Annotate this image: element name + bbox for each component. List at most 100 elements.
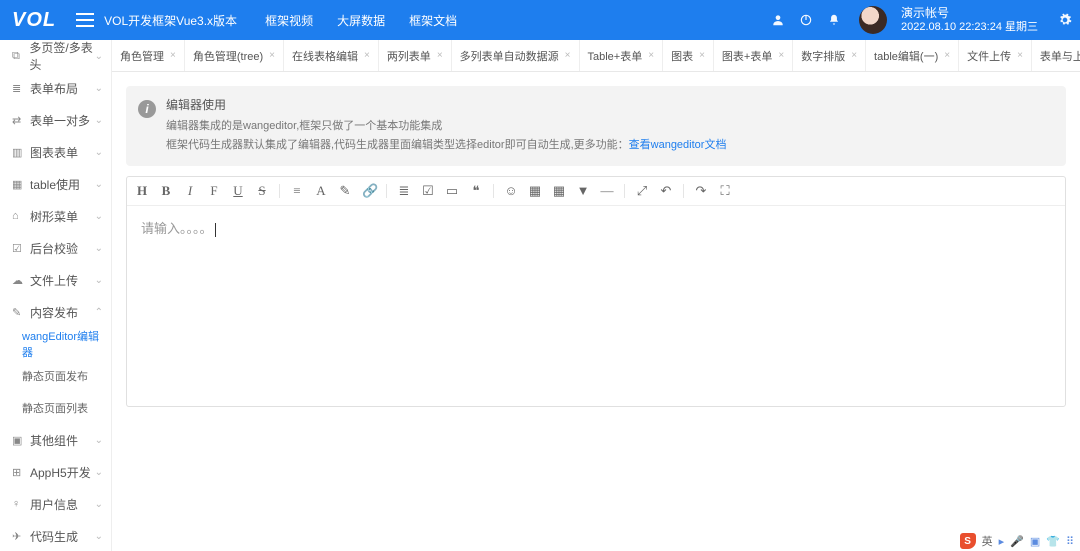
close-icon[interactable]: × (170, 50, 176, 61)
tab-label: 角色管理(tree) (193, 48, 263, 64)
sidebar-item[interactable]: ♀用户信息⌄ (0, 488, 111, 520)
ime-item3[interactable]: ▣ (1030, 535, 1040, 548)
toolbar-btn[interactable]: — (600, 183, 614, 199)
close-icon[interactable]: × (364, 50, 370, 61)
power-icon[interactable] (799, 13, 813, 27)
tab[interactable]: 在线表格编辑× (284, 40, 379, 71)
tab[interactable]: 图表× (663, 40, 714, 71)
toolbar-btn[interactable]: I (183, 183, 197, 199)
toolbar-btn[interactable]: ↶ (659, 183, 673, 199)
user-name: 演示帐号 (901, 6, 1038, 20)
sidebar-item[interactable]: ≣表单布局⌄ (0, 72, 111, 104)
sidebar-item[interactable]: ☁文件上传⌄ (0, 264, 111, 296)
tab[interactable]: 数字排版× (793, 40, 866, 71)
wang-editor: HBIFUS ≡ A ✎ 🔗 ≣ ☑ ▭ ❝ ☺ ▦ ▦ ▼ — ⤢ ↶ ↷ ⛶ 请输入。。。。 (126, 176, 1066, 407)
info-alert: i 编辑器使用 编辑器集成的是wangeditor,框架只做了一个基本功能集成 … (126, 86, 1066, 166)
toolbar-btn[interactable]: ❝ (469, 183, 483, 199)
ime-item4[interactable]: 👕 (1046, 535, 1060, 548)
sidebar-label: 表单布局 (30, 80, 78, 97)
sidebar-item[interactable]: ⇄表单一对多⌄ (0, 104, 111, 136)
tab-label: 两列表单 (387, 48, 431, 64)
tab[interactable]: 角色管理× (112, 40, 185, 71)
tab[interactable]: 角色管理(tree) × (185, 40, 284, 71)
sidebar-item[interactable]: ☑后台校验⌄ (0, 232, 111, 264)
gear-icon[interactable] (1058, 13, 1072, 27)
close-icon[interactable]: × (699, 50, 705, 61)
nav-video[interactable]: 框架视频 (265, 12, 313, 29)
close-icon[interactable]: × (648, 50, 654, 61)
sidebar-icon: ☑ (12, 242, 24, 255)
toolbar-btn[interactable]: ≣ (397, 183, 411, 199)
sidebar-icon: ⊞ (12, 466, 24, 479)
ime-item1[interactable]: ▸ (999, 535, 1005, 548)
tab[interactable]: 文件上传× (959, 40, 1032, 71)
toolbar-btn[interactable]: S (255, 183, 269, 199)
toolbar-btn[interactable]: 🔗 (362, 183, 376, 199)
toolbar-btn[interactable]: ⤢ (635, 183, 649, 199)
toolbar-btn[interactable]: B (159, 183, 173, 199)
ime-lang[interactable]: 英 (982, 533, 993, 549)
hamburger-icon[interactable] (76, 13, 94, 27)
user-time: 2022.08.10 22:23:24 星期三 (901, 21, 1038, 34)
toolbar-btn[interactable]: H (135, 183, 149, 199)
sidebar-item[interactable]: ▣其他组件⌄ (0, 424, 111, 456)
editor-toolbar: HBIFUS ≡ A ✎ 🔗 ≣ ☑ ▭ ❝ ☺ ▦ ▦ ▼ — ⤢ ↶ ↷ ⛶ (127, 177, 1065, 206)
ime-item5[interactable]: ⠿ (1066, 535, 1074, 548)
user-icon[interactable] (771, 13, 785, 27)
toolbar-btn[interactable]: ▭ (445, 183, 459, 199)
sidebar-label: table使用 (30, 176, 80, 193)
sidebar-label: 代码生成 (30, 528, 78, 545)
bell-icon[interactable] (827, 13, 841, 27)
tab[interactable]: table编辑(一)× (866, 40, 959, 71)
close-icon[interactable]: × (565, 50, 571, 61)
editor-body[interactable]: 请输入。。。。 (127, 206, 1065, 406)
toolbar-btn[interactable]: ≡ (290, 183, 304, 199)
chevron-icon: ⌄ (95, 467, 103, 478)
nav-docs[interactable]: 框架文档 (409, 12, 457, 29)
logo: VOL (8, 9, 66, 32)
close-icon[interactable]: × (851, 50, 857, 61)
tab[interactable]: 多列表单自动数据源× (452, 40, 580, 71)
toolbar-btn[interactable]: A (314, 183, 328, 199)
sidebar-item[interactable]: ⊞AppH5开发⌄ (0, 456, 111, 488)
close-icon[interactable]: × (1017, 50, 1023, 61)
sidebar-label: 多页签/多表头 (29, 40, 101, 73)
sidebar-subitem[interactable]: wangEditor编辑器 (0, 328, 111, 360)
close-icon[interactable]: × (778, 50, 784, 61)
tabs-bar: 角色管理×角色管理(tree)×在线表格编辑×两列表单×多列表单自动数据源×Ta… (112, 40, 1080, 72)
toolbar-btn[interactable]: ☺ (504, 183, 518, 199)
sidebar-subitem[interactable]: 静态页面发布 (0, 360, 111, 392)
toolbar-btn[interactable]: ⛶ (718, 183, 732, 199)
toolbar-btn[interactable]: ✎ (338, 183, 352, 199)
info-line1: 编辑器集成的是wangeditor,框架只做了一个基本功能集成 (166, 117, 1052, 136)
close-icon[interactable]: × (437, 50, 443, 61)
sidebar-item[interactable]: ✎内容发布⌃ (0, 296, 111, 328)
tab[interactable]: 两列表单 × (379, 40, 452, 71)
sidebar-item[interactable]: ⧉多页签/多表头⌄ (0, 40, 111, 72)
close-icon[interactable]: × (269, 50, 275, 61)
tab[interactable]: Table+表单× (580, 40, 664, 71)
toolbar-btn[interactable]: ▦ (552, 183, 566, 199)
ime-item2[interactable]: 🎤 (1010, 535, 1024, 548)
info-icon: i (138, 100, 156, 118)
avatar[interactable] (859, 6, 887, 34)
toolbar-btn[interactable]: F (207, 183, 221, 199)
tab[interactable]: 图表+表单× (714, 40, 793, 71)
sidebar-item[interactable]: ▥图表表单⌄ (0, 136, 111, 168)
chevron-icon: ⌄ (95, 435, 103, 446)
toolbar-btn[interactable]: ▦ (528, 183, 542, 199)
sidebar-item[interactable]: ▦table使用⌄ (0, 168, 111, 200)
sogou-icon[interactable]: S (960, 533, 976, 549)
sidebar-icon: ☁ (12, 274, 24, 287)
toolbar-btn[interactable]: ↷ (694, 183, 708, 199)
toolbar-btn[interactable]: ▼ (576, 183, 590, 199)
sidebar-item[interactable]: ⌂树形菜单⌄ (0, 200, 111, 232)
toolbar-btn[interactable]: ☑ (421, 183, 435, 199)
toolbar-btn[interactable]: U (231, 183, 245, 199)
info-link[interactable]: 查看wangeditor文档 (629, 139, 727, 151)
nav-bigscreen[interactable]: 大屏数据 (337, 12, 385, 29)
sidebar-subitem[interactable]: 静态页面列表 (0, 392, 111, 424)
sidebar-item[interactable]: ✈代码生成⌄ (0, 520, 111, 551)
close-icon[interactable]: × (944, 50, 950, 61)
tab[interactable]: 表单与上传下载× (1032, 40, 1080, 71)
